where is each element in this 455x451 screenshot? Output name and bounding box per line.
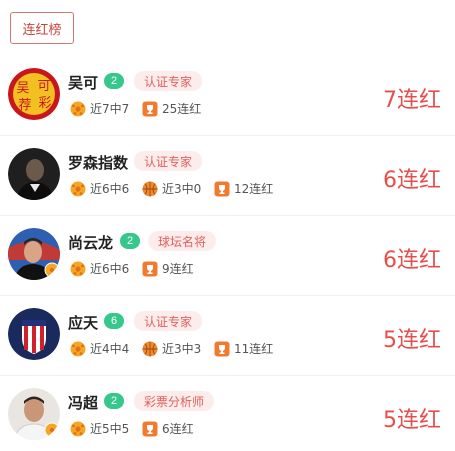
- recent-hit-stat: 近6中6: [70, 180, 129, 197]
- stat-text: 近4中4: [90, 342, 130, 356]
- expert-tag: 彩票分析师: [134, 391, 215, 411]
- expert-row[interactable]: 吴 可 荐 彩 吴可 2 认证专家 近7中7 25连红 7连红: [0, 56, 455, 136]
- level-badge: 2: [104, 393, 124, 409]
- avatar[interactable]: [8, 388, 60, 440]
- football-icon: [70, 341, 86, 357]
- avatar-char: 彩: [38, 96, 51, 111]
- recent-hit-stat: 近5中5: [70, 420, 129, 437]
- stat-text: 12连红: [234, 182, 274, 196]
- stat-text: 25连红: [162, 102, 202, 116]
- expert-tag: 球坛名将: [148, 231, 217, 251]
- avatar-char: 荐: [18, 98, 31, 113]
- current-streak: 7连红: [383, 88, 441, 113]
- expert-name: 罗森指数: [68, 154, 129, 172]
- expert-tag: 认证专家: [134, 71, 203, 91]
- stat-text: 11连红: [234, 342, 274, 356]
- basketball-icon: [142, 341, 158, 357]
- trophy-icon: [142, 261, 158, 277]
- expert-name: 冯超: [68, 394, 99, 412]
- avatar[interactable]: 吴 可 荐 彩: [8, 68, 60, 120]
- total-streak-stat: 11连红: [214, 340, 273, 357]
- total-streak-stat: 9连红: [142, 260, 194, 277]
- level-badge: 2: [120, 233, 140, 249]
- expert-row[interactable]: 罗森指数 认证专家 近6中6 近3中0 12连红 6连红: [0, 136, 455, 216]
- trophy-icon: [214, 341, 230, 357]
- current-streak: 5连红: [383, 328, 441, 353]
- basketball-icon: [142, 181, 158, 197]
- avatar-char: 可: [37, 79, 50, 94]
- stat-text: 近6中6: [90, 262, 130, 276]
- basketball-hit-stat: 近3中0: [142, 180, 201, 197]
- trophy-icon: [214, 181, 230, 197]
- avatar[interactable]: [8, 308, 60, 360]
- stat-text: 近7中7: [90, 102, 130, 116]
- football-icon: [70, 421, 86, 437]
- basketball-hit-stat: 近3中3: [142, 340, 201, 357]
- expert-row[interactable]: 应天 6 认证专家 近4中4 近3中3 11连红 5连红: [0, 296, 455, 376]
- total-streak-stat: 25连红: [142, 100, 201, 117]
- avatar[interactable]: [8, 148, 60, 200]
- level-badge: 2: [104, 73, 124, 89]
- football-badge-icon: [44, 422, 60, 438]
- trophy-icon: [142, 101, 158, 117]
- expert-name: 吴可: [68, 74, 99, 92]
- expert-tag: 认证专家: [134, 151, 203, 171]
- current-streak: 6连红: [383, 168, 441, 193]
- stat-text: 近3中0: [162, 182, 202, 196]
- football-icon: [70, 261, 86, 277]
- expert-tag: 认证专家: [134, 311, 203, 331]
- current-streak: 6连红: [383, 248, 441, 273]
- leaderboard-tab[interactable]: 连红榜: [10, 12, 74, 44]
- total-streak-stat: 12连红: [214, 180, 273, 197]
- recent-hit-stat: 近4中4: [70, 340, 129, 357]
- trophy-icon: [142, 421, 158, 437]
- total-streak-stat: 6连红: [142, 420, 194, 437]
- stat-text: 近6中6: [90, 182, 130, 196]
- expert-name: 应天: [68, 314, 99, 332]
- stat-text: 近3中3: [162, 342, 202, 356]
- football-icon: [70, 101, 86, 117]
- stat-text: 6连红: [162, 422, 194, 436]
- expert-row[interactable]: 冯超 2 彩票分析师 近5中5 6连红 5连红: [0, 376, 455, 451]
- football-icon: [70, 181, 86, 197]
- current-streak: 5连红: [383, 408, 441, 433]
- football-badge-icon: [44, 262, 60, 278]
- expert-row[interactable]: 尚云龙 2 球坛名将 近6中6 9连红 6连红: [0, 216, 455, 296]
- stat-text: 近5中5: [90, 422, 130, 436]
- expert-name: 尚云龙: [68, 234, 114, 252]
- recent-hit-stat: 近6中6: [70, 260, 129, 277]
- stat-text: 9连红: [162, 262, 194, 276]
- level-badge: 6: [104, 313, 124, 329]
- recent-hit-stat: 近7中7: [70, 100, 129, 117]
- avatar-char: 吴: [16, 81, 29, 96]
- avatar[interactable]: [8, 228, 60, 280]
